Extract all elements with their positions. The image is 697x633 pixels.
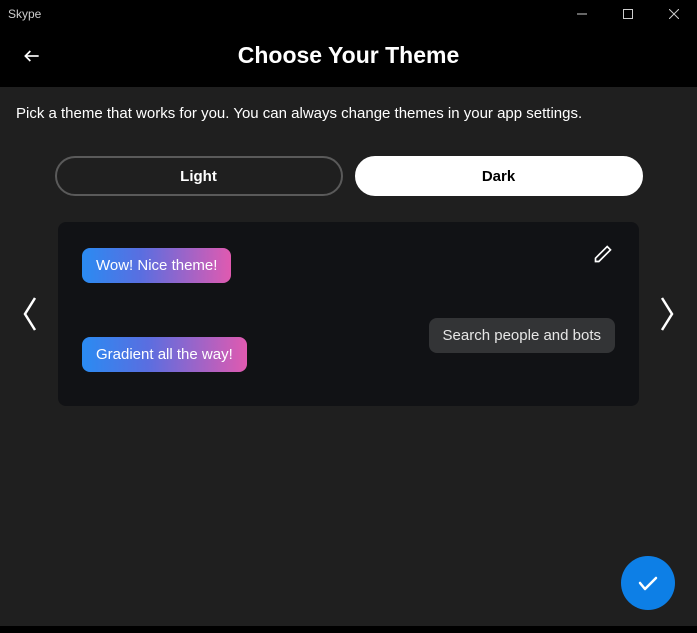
header: Choose Your Theme	[0, 28, 697, 87]
theme-preview-card: Wow! Nice theme! Gradient all the way! S…	[58, 222, 639, 406]
preview-next-button[interactable]	[653, 294, 681, 334]
preview-message-2: Gradient all the way!	[82, 337, 247, 372]
titlebar: Skype	[0, 0, 697, 28]
app-name: Skype	[8, 7, 41, 21]
preview-prev-button[interactable]	[16, 294, 44, 334]
theme-option-light[interactable]: Light	[55, 156, 343, 196]
window-minimize-button[interactable]	[559, 0, 605, 28]
back-button[interactable]	[22, 46, 42, 71]
subtitle: Pick a theme that works for you. You can…	[16, 105, 681, 122]
preview-message-1: Wow! Nice theme!	[82, 248, 231, 283]
edit-icon[interactable]	[593, 244, 613, 269]
theme-segmented-control: Light Dark	[55, 156, 643, 196]
theme-option-dark[interactable]: Dark	[355, 156, 643, 196]
preview-search-pill: Search people and bots	[429, 318, 615, 353]
window-close-button[interactable]	[651, 0, 697, 28]
content: Pick a theme that works for you. You can…	[0, 87, 697, 626]
page-title: Choose Your Theme	[0, 42, 697, 69]
confirm-button[interactable]	[621, 556, 675, 610]
window-maximize-button[interactable]	[605, 0, 651, 28]
